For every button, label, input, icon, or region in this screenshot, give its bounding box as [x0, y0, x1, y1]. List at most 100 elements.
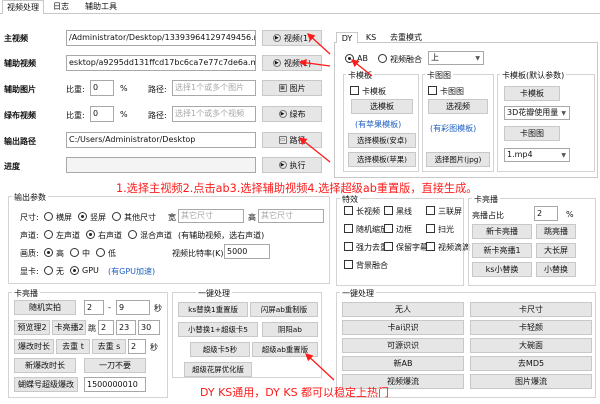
size-other-label: 其他尺寸: [124, 213, 156, 222]
select-template-apple-button[interactable]: 选择模板(苹果): [348, 152, 416, 167]
height-input[interactable]: 其它尺寸: [258, 209, 324, 223]
big-long-screen-button[interactable]: 大长屏: [536, 243, 576, 258]
one-click-b-button[interactable]: 无人: [342, 302, 464, 317]
one-click-b-button[interactable]: 新AB: [342, 356, 464, 371]
select-template-android-button[interactable]: 选择模板(安卓): [348, 133, 416, 148]
default-dropdown-2-value: 1.mp4: [507, 150, 533, 159]
effect-checkbox[interactable]: [344, 242, 353, 251]
skip-boost-button[interactable]: 跳亮播: [536, 224, 576, 239]
brightness-input[interactable]: 2: [534, 206, 558, 221]
super-glitch-optimized-button[interactable]: 超级花屏优化版: [184, 362, 252, 377]
butterfly-flip-button[interactable]: 蝴蝶号超级爆改: [14, 377, 78, 392]
default-dropdown-1[interactable]: 3D花瓣使用量 ▼: [504, 106, 570, 120]
quality-high-radio[interactable]: [44, 248, 53, 257]
ks-small-replace-button[interactable]: ks小替换: [472, 262, 532, 277]
dedupe-t-button[interactable]: 去重 t: [56, 339, 90, 354]
one-click-b-button[interactable]: 可源识识: [342, 338, 464, 353]
audio-right-radio[interactable]: [86, 230, 95, 239]
boost-v1-input[interactable]: 2: [84, 300, 104, 315]
boost-v3-input[interactable]: 2: [98, 320, 114, 335]
flip-duration-button[interactable]: 爆改时长: [14, 339, 54, 354]
width-input[interactable]: 其它尺寸: [178, 209, 244, 223]
effect-checkbox[interactable]: [344, 224, 353, 233]
effect-checkbox[interactable]: [384, 206, 393, 215]
effect-checkbox[interactable]: [426, 242, 435, 251]
effect-checkbox[interactable]: [426, 206, 435, 215]
green-video-path-input[interactable]: 选择1个或多个视频: [172, 106, 256, 122]
mode-fusion-radio[interactable]: [378, 54, 387, 63]
small-replace-button[interactable]: 小替换: [536, 262, 576, 277]
one-click-b-button[interactable]: 图片爆流: [470, 374, 592, 389]
size-portrait-radio[interactable]: [78, 212, 87, 221]
new-card-boost-1-button[interactable]: 新卡亮播1: [472, 243, 532, 258]
quality-mid-radio[interactable]: [70, 248, 79, 257]
right-tab-dy[interactable]: DY: [336, 32, 358, 43]
default-card-image-button[interactable]: 卡图图: [504, 126, 560, 141]
flash-ab-reset-button[interactable]: 闪屏ab重制版: [250, 302, 318, 317]
aux-video-input[interactable]: esktop/a9295dd131ffcd17bc6ca7e77c7de6a.m…: [66, 55, 256, 71]
size-portrait-label: 竖屏: [90, 213, 106, 222]
boost-v6-input[interactable]: 2: [128, 339, 146, 354]
super-ab-reset-button[interactable]: 超级ab重置版: [252, 342, 318, 357]
main-video-button[interactable]: ▶ 视频(1): [262, 30, 322, 46]
mode-dropdown[interactable]: 上 ▼: [428, 51, 484, 65]
path-button[interactable]: ▭ 路径: [262, 132, 322, 148]
mode-ab-radio[interactable]: [345, 54, 354, 63]
select-template-button[interactable]: 选模板: [351, 99, 413, 114]
boost-v7-input[interactable]: 1500000010: [84, 377, 146, 392]
tab-log[interactable]: 日志: [46, 0, 76, 13]
audio-left-radio[interactable]: [44, 230, 53, 239]
right-tab-dedupe[interactable]: 去重模式: [384, 32, 428, 43]
card-template-checkbox[interactable]: [350, 86, 359, 95]
aux-image-ratio-input[interactable]: 0: [90, 80, 114, 96]
boost-v5-input[interactable]: 30: [138, 320, 160, 335]
one-click-b-button[interactable]: 卡尺寸: [470, 302, 592, 317]
apple-template-note: (有苹果模板): [355, 120, 402, 129]
size-other-radio[interactable]: [112, 212, 121, 221]
audio-mix-radio[interactable]: [128, 230, 137, 239]
preview-button[interactable]: 预览理2: [14, 320, 50, 335]
bitrate-input[interactable]: 5000: [224, 244, 270, 259]
output-path-input[interactable]: C:/Users/Administrator/Desktop: [66, 132, 256, 148]
gpu-gpu-radio[interactable]: [70, 266, 79, 275]
yin-yang-ab-button[interactable]: 阴阳ab: [262, 322, 318, 337]
aux-image-path-input[interactable]: 选择1个或多个图片: [172, 80, 256, 96]
one-click-b-button[interactable]: 卡ai识识: [342, 320, 464, 335]
boost-v2-input[interactable]: 9: [116, 300, 150, 315]
small-replace-super-card-button[interactable]: 小替换1+超级卡5: [178, 322, 258, 337]
one-click-b-button[interactable]: 去MD5: [470, 356, 592, 371]
size-landscape-radio[interactable]: [44, 212, 53, 221]
green-button[interactable]: ▶ 绿布: [262, 106, 322, 122]
effect-checkbox[interactable]: [344, 206, 353, 215]
tab-aux-tools[interactable]: 辅助工具: [78, 0, 124, 13]
effect-checkbox[interactable]: [384, 224, 393, 233]
aux-video-button[interactable]: ▶ 视频(1): [262, 55, 322, 71]
main-video-input[interactable]: /Administrator/Desktop/13393964129749456…: [66, 30, 256, 46]
new-card-boost-button[interactable]: 新卡亮播: [472, 224, 532, 239]
right-tab-ks[interactable]: KS: [360, 32, 382, 43]
one-click-b-button[interactable]: 大碗面: [470, 338, 592, 353]
default-card-template-button[interactable]: 卡模板: [504, 86, 560, 101]
effect-checkbox[interactable]: [344, 260, 353, 269]
select-video-button[interactable]: 选视频: [428, 99, 488, 114]
gpu-none-radio[interactable]: [44, 266, 53, 275]
select-jpg-button[interactable]: 选择图片(jpg): [426, 152, 490, 167]
random-shoot-button[interactable]: 随机实拍: [14, 300, 76, 315]
green-video-ratio-input[interactable]: 0: [90, 106, 114, 122]
execute-button[interactable]: ▶ 执行: [262, 157, 322, 173]
effect-checkbox[interactable]: [426, 224, 435, 233]
default-dropdown-2[interactable]: 1.mp4 ▼: [504, 148, 570, 162]
tab-video-processing[interactable]: 视频处理: [2, 0, 44, 14]
ks-replace-1-reset-button[interactable]: ks替换1重置版: [178, 302, 248, 317]
new-flip-duration-button[interactable]: 新爆改时长: [14, 358, 76, 373]
boost-v4-input[interactable]: 23: [116, 320, 136, 335]
card-boost-2-button[interactable]: 卡亮播2: [52, 320, 86, 335]
super-card-5s-button[interactable]: 超级卡5秒: [190, 342, 250, 357]
dedupe-s-button[interactable]: 去重 s: [92, 339, 126, 354]
card-image-checkbox[interactable]: [428, 86, 437, 95]
effect-checkbox[interactable]: [384, 242, 393, 251]
image-button[interactable]: ▦ 图片: [262, 80, 322, 96]
no-cut-button[interactable]: 一刀不要: [84, 358, 146, 373]
one-click-b-button[interactable]: 卡轻颜: [470, 320, 592, 335]
quality-low-radio[interactable]: [96, 248, 105, 257]
